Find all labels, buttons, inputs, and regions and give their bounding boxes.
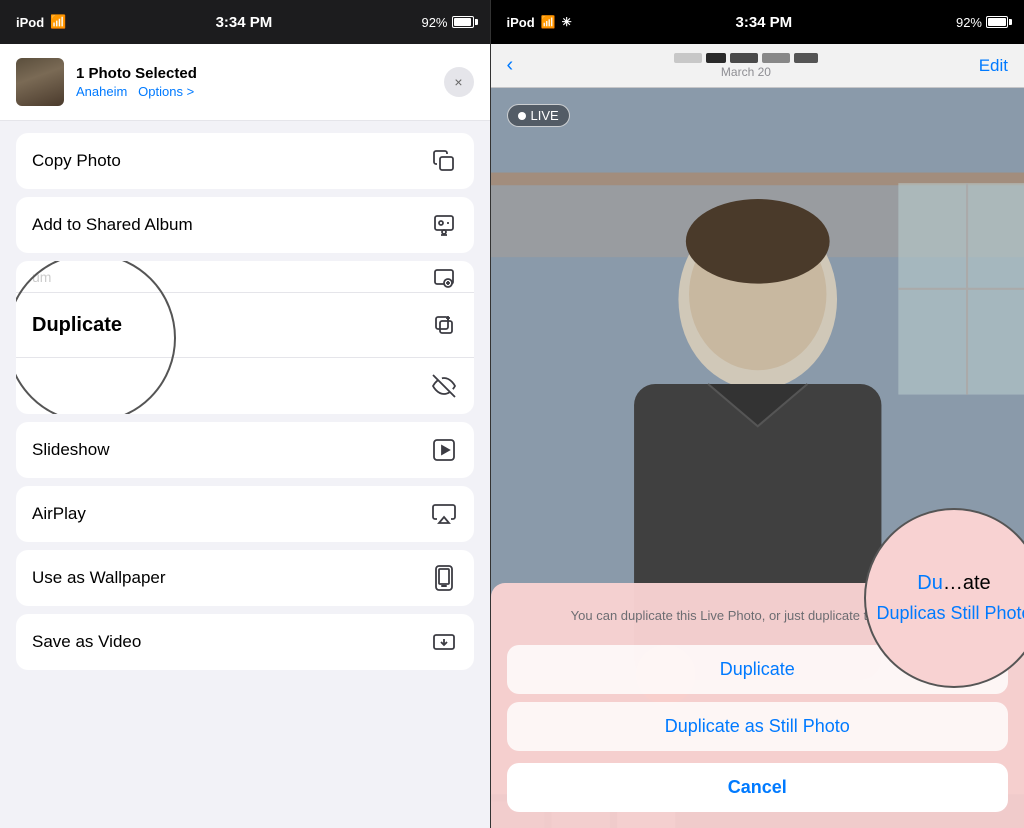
- close-button[interactable]: ×: [444, 67, 474, 97]
- battery-area-right: 92%: [956, 15, 1008, 30]
- color-sq-4: [762, 53, 790, 63]
- slideshow-item[interactable]: Slideshow: [16, 422, 474, 478]
- back-chevron: ‹: [507, 54, 514, 77]
- copy-photo-label: Copy Photo: [32, 151, 121, 171]
- battery-area-left: 92%: [421, 15, 473, 30]
- wifi-icon: 📶: [50, 14, 66, 30]
- menu-section-airplay: AirPlay: [16, 486, 474, 542]
- duplicate-label: Duplicate: [32, 314, 122, 337]
- save-video-icon: [430, 628, 458, 656]
- battery-pct-right: 92%: [956, 15, 982, 30]
- share-header: 1 Photo Selected Anaheim Options > ×: [0, 44, 490, 121]
- live-text: LIVE: [531, 108, 559, 123]
- menu-section-copy: Copy Photo: [16, 133, 474, 189]
- selected-photo-thumb: [16, 58, 64, 106]
- menu-section-shared: Add to Shared Album: [16, 197, 474, 253]
- device-info-left: iPod 📶: [16, 14, 66, 30]
- live-dot: [518, 112, 526, 120]
- copy-photo-item[interactable]: Copy Photo: [16, 133, 474, 189]
- share-header-text: 1 Photo Selected Anaheim Options >: [76, 65, 432, 99]
- menu-section-wallpaper: Use as Wallpaper: [16, 550, 474, 606]
- device-name-left: iPod: [16, 15, 44, 30]
- menu-section-dup: um Duplicate: [16, 261, 474, 414]
- nav-bar-right: ‹ March 20 Edit: [491, 44, 1024, 88]
- menu-section-slideshow: Slideshow: [16, 422, 474, 478]
- nav-center: March 20: [674, 53, 818, 79]
- duplicate-live-button[interactable]: Duplicate: [507, 645, 1008, 694]
- photo-background: LIVE You can duplicate this Live Photo, …: [491, 88, 1024, 828]
- cancel-button[interactable]: Cancel: [507, 763, 1008, 812]
- time-right: 3:34 PM: [735, 14, 792, 31]
- action-sheet: You can duplicate this Live Photo, or ju…: [491, 583, 1024, 828]
- status-bar-left: iPod 📶 3:34 PM 92%: [0, 0, 490, 44]
- status-bar-right: iPod 📶 ✳ 3:34 PM 92%: [491, 0, 1024, 44]
- add-shared-label: Add to Shared Album: [32, 215, 193, 235]
- copy-icon: [430, 147, 458, 175]
- save-video-label: Save as Video: [32, 632, 141, 652]
- share-title: 1 Photo Selected: [76, 65, 432, 82]
- battery-icon-right: [986, 16, 1008, 28]
- duplicate-still-button[interactable]: Duplicate as Still Photo: [507, 702, 1008, 751]
- wallpaper-label: Use as Wallpaper: [32, 568, 166, 588]
- device-info-right: iPod 📶 ✳: [507, 15, 572, 30]
- share-subtitle: Anaheim Options >: [76, 84, 432, 99]
- color-sq-3: [730, 53, 758, 63]
- slideshow-icon: [430, 436, 458, 464]
- wallpaper-icon: [430, 564, 458, 592]
- photo-area: LIVE You can duplicate this Live Photo, …: [491, 88, 1024, 828]
- time-left: 3:34 PM: [216, 14, 273, 31]
- wallpaper-item[interactable]: Use as Wallpaper: [16, 550, 474, 606]
- color-squares: [674, 53, 818, 63]
- right-panel: iPod 📶 ✳ 3:34 PM 92% ‹ March 20 Ed: [491, 0, 1024, 828]
- save-video-item[interactable]: Save as Video: [16, 614, 474, 670]
- menu-section-save-video: Save as Video: [16, 614, 474, 670]
- battery-pct-left: 92%: [421, 15, 447, 30]
- color-sq-5: [794, 53, 818, 63]
- back-button[interactable]: ‹: [507, 54, 514, 77]
- left-panel: iPod 📶 3:34 PM 92% 1 Photo Selected Anah…: [0, 0, 490, 828]
- device-name-right: iPod: [507, 15, 535, 30]
- action-sheet-message: You can duplicate this Live Photo, or ju…: [507, 599, 1008, 637]
- airplay-icon: [430, 500, 458, 528]
- wifi-icon-right: 📶: [541, 15, 556, 29]
- live-badge: LIVE: [507, 104, 570, 127]
- add-album-label: um: [32, 269, 51, 285]
- shared-album-icon: [430, 211, 458, 239]
- location-label: Anaheim: [76, 84, 127, 99]
- airplay-item[interactable]: AirPlay: [16, 486, 474, 542]
- add-album-icon: [430, 263, 458, 291]
- hide-item[interactable]: [16, 358, 474, 414]
- airplay-label: AirPlay: [32, 504, 86, 524]
- battery-icon-left: [452, 16, 474, 28]
- menu-list: Copy Photo Add to Shared Album: [0, 121, 490, 828]
- add-album-item[interactable]: um: [16, 261, 474, 293]
- hide-icon: [430, 372, 458, 400]
- duplicate-item[interactable]: Duplicate: [16, 293, 474, 358]
- add-shared-album-item[interactable]: Add to Shared Album: [16, 197, 474, 253]
- edit-button[interactable]: Edit: [979, 56, 1008, 76]
- slideshow-label: Slideshow: [32, 440, 110, 460]
- color-sq-2: [706, 53, 726, 63]
- options-link[interactable]: Options >: [138, 84, 194, 99]
- duplicate-icon: [430, 311, 458, 339]
- nav-date: March 20: [674, 65, 818, 79]
- extra-icon: ✳: [562, 15, 572, 29]
- color-sq-1: [674, 53, 702, 63]
